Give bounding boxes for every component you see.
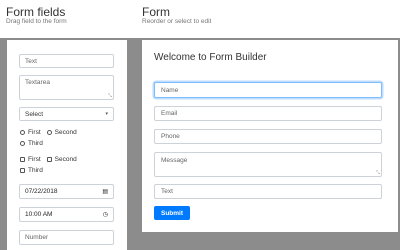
palette-number-field[interactable]: Number [19, 230, 114, 245]
email-input[interactable]: Email [154, 106, 382, 121]
form-subtitle: Reorder or select to edit [142, 18, 212, 25]
radio-second-label: Second [54, 129, 77, 136]
resize-handle-icon: ⤡ [107, 93, 112, 99]
form-canvas: Welcome to Form Builder Name Email Phone… [142, 40, 398, 232]
text-placeholder: Text [161, 188, 173, 195]
field-palette: Text Textarea ⤡ Select ▾ First Second Th… [7, 40, 127, 250]
palette-checkbox-row: First Second [20, 156, 83, 163]
checkbox-second[interactable]: Second [46, 156, 77, 163]
header-bar: Form fields Drag field to the form Form … [0, 0, 400, 38]
name-placeholder: Name [161, 86, 179, 94]
message-textarea[interactable]: Message ⤡ [154, 152, 382, 177]
radio-circle-icon [20, 141, 25, 146]
palette-text-label: Text [25, 57, 37, 65]
checkbox-third-label: Third [28, 167, 43, 174]
chevron-down-icon: ▾ [105, 111, 108, 117]
radio-second[interactable]: Second [46, 129, 77, 136]
palette-radio-row-2: Third [20, 140, 49, 147]
radio-first-label: First [28, 129, 41, 136]
palette-number-label: Number [25, 234, 49, 241]
radio-first[interactable]: First [20, 129, 41, 136]
palette-date-value: 07/22/2018 [25, 188, 58, 195]
checkbox-first[interactable]: First [20, 156, 41, 163]
palette-time-field[interactable]: 10:00 AM ◷ [19, 207, 114, 222]
checkbox-third[interactable]: Third [20, 167, 43, 174]
fields-subtitle: Drag field to the form [6, 18, 67, 25]
radio-circle-icon [20, 130, 25, 135]
radio-circle-icon [46, 130, 52, 135]
name-input[interactable]: Name [154, 82, 382, 98]
palette-time-value: 10:00 AM [25, 211, 53, 218]
palette-select-field[interactable]: Select ▾ [19, 107, 114, 121]
calendar-icon[interactable]: ▤ [102, 188, 108, 195]
phone-placeholder: Phone [161, 133, 180, 140]
form-heading: Welcome to Form Builder [154, 52, 267, 63]
email-placeholder: Email [161, 110, 178, 117]
checkbox-first-label: First [28, 156, 41, 163]
palette-radio-row: First Second [20, 129, 83, 136]
radio-third-label: Third [28, 140, 43, 147]
form-title: Form [142, 5, 170, 19]
palette-text-field[interactable]: Text [19, 54, 114, 68]
checkbox-icon [46, 157, 52, 162]
palette-date-field[interactable]: 07/22/2018 ▤ [19, 184, 114, 199]
text-input[interactable]: Text [154, 184, 382, 199]
checkbox-icon [20, 157, 25, 162]
checkbox-second-label: Second [54, 156, 77, 163]
fields-title: Form fields [6, 5, 66, 19]
palette-checkbox-row-2: Third [20, 167, 49, 174]
message-placeholder: Message [161, 157, 188, 164]
palette-select-label: Select [25, 110, 44, 118]
resize-handle-icon: ⤡ [375, 170, 380, 176]
clock-icon[interactable]: ◷ [103, 211, 108, 218]
submit-button[interactable]: Submit [154, 206, 190, 220]
phone-input[interactable]: Phone [154, 129, 382, 144]
palette-textarea-field[interactable]: Textarea ⤡ [19, 75, 114, 100]
palette-textarea-label: Textarea [25, 79, 50, 86]
checkbox-icon [20, 168, 25, 173]
radio-third[interactable]: Third [20, 140, 43, 147]
